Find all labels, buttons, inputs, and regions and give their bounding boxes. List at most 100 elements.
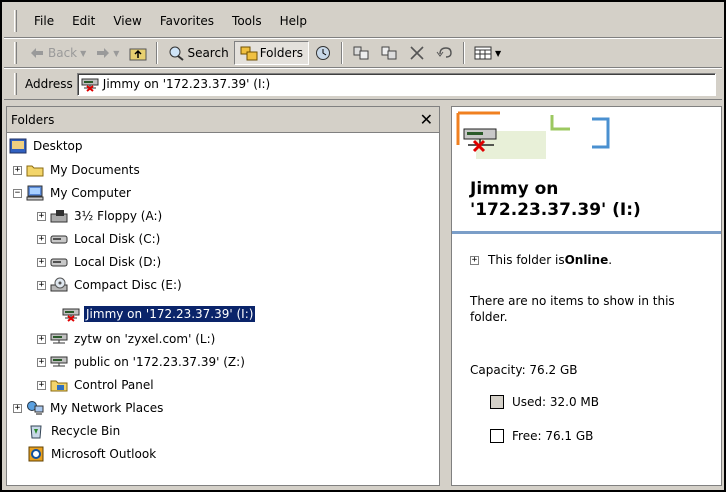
- folders-label: Folders: [259, 46, 304, 60]
- tree-label: Compact Disc (E:): [74, 278, 182, 292]
- expand-icon[interactable]: +: [13, 165, 22, 175]
- views-dropdown-icon: ▼: [495, 48, 502, 58]
- delete-button[interactable]: [403, 41, 431, 65]
- expand-icon[interactable]: +: [37, 257, 46, 267]
- menu-grip[interactable]: [14, 9, 17, 32]
- menu-favorites[interactable]: Favorites: [151, 14, 223, 28]
- menu-view[interactable]: View: [104, 14, 150, 28]
- search-button[interactable]: Search: [162, 41, 233, 65]
- up-button[interactable]: [124, 41, 152, 65]
- computer-icon: [26, 185, 44, 201]
- search-label: Search: [187, 46, 229, 60]
- expand-icon[interactable]: +: [37, 334, 46, 344]
- folders-pane-header: Folders ✕: [7, 107, 439, 133]
- disk-icon: [50, 258, 68, 267]
- tree-item-public-drive[interactable]: + public on '172.23.37.39' (Z:): [37, 351, 247, 373]
- expand-icon[interactable]: +: [37, 211, 46, 221]
- free-swatch: [490, 429, 504, 443]
- forward-button[interactable]: ▼: [91, 41, 124, 65]
- tree-item-local-disk-c[interactable]: + Local Disk (C:): [37, 228, 162, 250]
- tree-label: Recycle Bin: [51, 424, 121, 438]
- move-to-button[interactable]: [347, 41, 375, 65]
- expand-icon[interactable]: +: [37, 234, 46, 244]
- standard-toolbar: Back ▼ ▼ Search Folders ▼: [4, 38, 722, 68]
- free-space-text: Free: 76.1 GB: [512, 429, 594, 443]
- back-dropdown-icon: ▼: [80, 48, 87, 58]
- tree-item-zytw-drive[interactable]: + zytw on 'zyxel.com' (L:): [37, 328, 217, 350]
- address-grip[interactable]: [14, 73, 17, 95]
- tree-item-local-disk-d[interactable]: + Local Disk (D:): [37, 251, 163, 273]
- details-title-line: '172.23.37.39' (I:): [470, 200, 641, 220]
- copy-to-button[interactable]: [375, 41, 403, 65]
- tree-item-network-places[interactable]: + My Network Places: [13, 397, 165, 419]
- network-places-icon: [27, 401, 44, 415]
- toolbar-separator: [463, 42, 466, 64]
- disk-icon: [50, 235, 68, 244]
- toolbar-grip[interactable]: [14, 42, 17, 64]
- expand-icon[interactable]: +: [13, 403, 22, 413]
- folders-icon: [240, 46, 258, 61]
- toolbar-separator: [341, 42, 344, 64]
- menu-help[interactable]: Help: [271, 14, 316, 28]
- expand-icon[interactable]: +: [470, 255, 479, 265]
- empty-folder-message: There are no items to show in this folde…: [470, 294, 675, 324]
- back-button[interactable]: Back ▼: [25, 41, 91, 65]
- pane-splitter[interactable]: [442, 106, 450, 486]
- tree-label: Control Panel: [74, 378, 154, 392]
- menu-edit[interactable]: Edit: [63, 14, 104, 28]
- menu-file[interactable]: File: [25, 14, 63, 28]
- details-title: Jimmy on '172.23.37.39' (I:): [470, 179, 641, 221]
- folders-pane-title: Folders: [11, 112, 55, 127]
- address-input[interactable]: Jimmy on '172.23.37.39' (I:): [76, 72, 716, 96]
- views-button[interactable]: ▼: [469, 41, 506, 65]
- tree-item-jimmy-drive[interactable]: Jimmy on '172.23.37.39' (I:): [62, 303, 257, 325]
- tree-item-compact-disc[interactable]: + Compact Disc (E:): [37, 274, 184, 296]
- forward-arrow-icon: [97, 48, 110, 58]
- expand-icon[interactable]: +: [37, 280, 46, 290]
- folder-up-icon: [129, 48, 147, 61]
- undo-button[interactable]: [431, 41, 459, 65]
- expand-icon[interactable]: +: [37, 357, 46, 367]
- used-space-row: Used: 32.0 MB: [490, 395, 599, 409]
- undo-icon: [436, 47, 452, 58]
- history-icon: [316, 46, 331, 60]
- collapse-icon[interactable]: −: [13, 188, 22, 198]
- expand-icon[interactable]: +: [37, 380, 46, 390]
- tree-item-my-documents[interactable]: + My Documents: [13, 159, 142, 181]
- search-icon: [169, 46, 185, 61]
- explorer-window: File Edit View Favorites Tools Help Back…: [0, 0, 726, 492]
- tree-label: Microsoft Outlook: [51, 447, 157, 461]
- tree-item-control-panel[interactable]: + Control Panel: [37, 374, 156, 396]
- tree-item-my-computer[interactable]: − My Computer: [13, 182, 133, 204]
- header-graphic: [456, 111, 610, 159]
- tree-label: Desktop: [33, 139, 83, 153]
- history-button[interactable]: [309, 41, 337, 65]
- online-suffix: .: [608, 253, 613, 267]
- folders-button[interactable]: Folders: [233, 41, 310, 65]
- folders-pane: Folders ✕ Desktop + My Documents − My Co…: [6, 106, 440, 486]
- tree-item-floppy[interactable]: + 3½ Floppy (A:): [37, 205, 164, 227]
- floppy-icon: [50, 210, 68, 223]
- tree-item-outlook[interactable]: Microsoft Outlook: [27, 443, 158, 465]
- tree-label: 3½ Floppy (A:): [74, 209, 163, 223]
- used-space-text: Used: 32.0 MB: [512, 395, 600, 409]
- tree-label: Local Disk (D:): [74, 255, 162, 269]
- tree-label: zytw on 'zyxel.com' (L:): [74, 332, 216, 346]
- address-label: Address: [25, 77, 73, 91]
- desktop-icon: [9, 138, 27, 154]
- tree-label: My Network Places: [50, 401, 164, 415]
- menu-tools[interactable]: Tools: [223, 14, 271, 28]
- close-icon[interactable]: ✕: [420, 111, 433, 128]
- toolbar-separator: [156, 42, 159, 64]
- tree-label: My Documents: [50, 163, 140, 177]
- network-drive-disconnected-icon: [62, 308, 80, 322]
- control-panel-icon: [50, 380, 68, 392]
- online-status-row[interactable]: + This folder is Online .: [470, 253, 612, 267]
- capacity-text: Capacity: 76.2 GB: [470, 363, 578, 377]
- online-prefix: This folder is: [488, 253, 565, 267]
- tree-item-recycle-bin[interactable]: Recycle Bin: [27, 420, 122, 442]
- network-drive-disconnected-icon: [81, 78, 99, 92]
- tree-item-desktop[interactable]: Desktop: [9, 135, 85, 157]
- details-pane: Jimmy on '172.23.37.39' (I:) + This fold…: [451, 106, 722, 486]
- address-value: Jimmy on '172.23.37.39' (I:): [102, 77, 271, 91]
